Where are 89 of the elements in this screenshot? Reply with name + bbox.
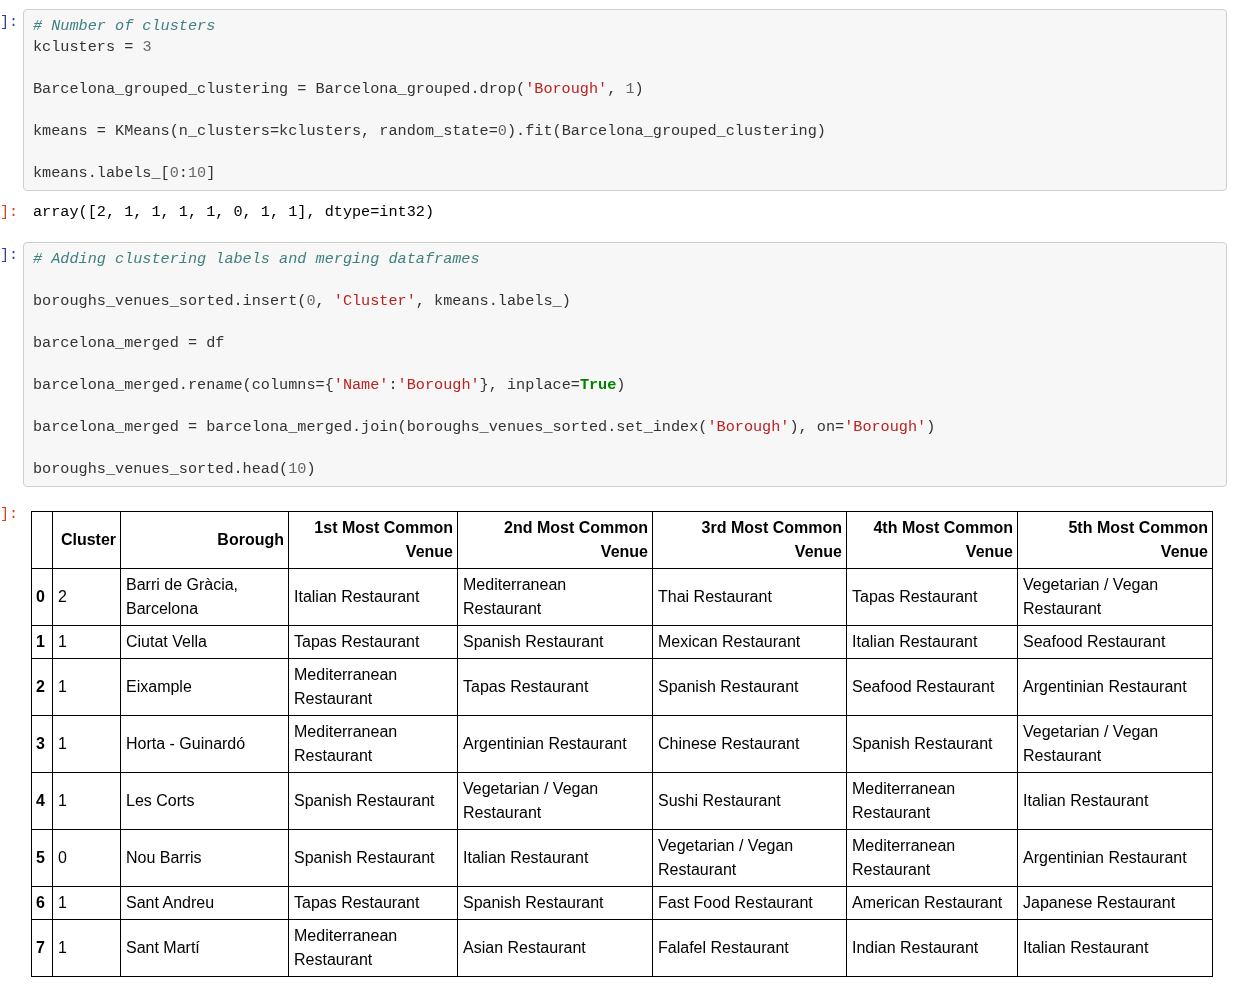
table-cell: Chinese Restaurant <box>652 715 847 773</box>
table-cell: Sant Andreu <box>120 886 289 920</box>
table-cell: Eixample <box>120 658 289 716</box>
table-cell: American Restaurant <box>846 886 1018 920</box>
code-line: barcelona_merged = barcelona_merged.join(boroughs_venues_sorted.set_index('Borough'), on='Borough') <box>33 417 936 438</box>
table-cell: Spanish Restaurant <box>457 625 653 659</box>
code-line: kmeans.labels_[0:10] <box>33 163 216 184</box>
table-cell: 1 <box>52 919 121 977</box>
table-cell: Vegetarian / Vegan Restaurant <box>457 772 653 830</box>
output-text: array([2, 1, 1, 1, 1, 0, 1, 1], dtype=int32) <box>33 203 434 221</box>
table-cell: Argentinian Restaurant <box>457 715 653 773</box>
code-cell[interactable] <box>23 9 1227 191</box>
table-cell: Mediterranean Restaurant <box>846 829 1018 887</box>
code-line: barcelona_merged.rename(columns={'Name':'Borough'}, inplace=True) <box>33 375 626 396</box>
code-line: Barcelona_grouped_clustering = Barcelona_grouped.drop('Borough', 1) <box>33 79 644 100</box>
code-comment: # Number of clusters <box>33 16 216 37</box>
table-cell: Mediterranean Restaurant <box>846 772 1018 830</box>
table-cell: Italian Restaurant <box>846 625 1018 659</box>
table-cell: 2 <box>52 568 121 626</box>
code-line: boroughs_venues_sorted.insert(0, 'Cluster', kmeans.labels_) <box>33 291 571 312</box>
code-cell[interactable] <box>23 242 1227 487</box>
row-index: 2 <box>31 658 53 716</box>
cell-prompt: ]: <box>0 14 18 31</box>
column-header: 2nd Most Common Venue <box>457 511 653 569</box>
table-cell: 0 <box>52 829 121 887</box>
table-cell: Tapas Restaurant <box>288 886 458 920</box>
column-header: 1st Most Common Venue <box>288 511 458 569</box>
table-cell: Japanese Restaurant <box>1017 886 1213 920</box>
table-cell: Spanish Restaurant <box>457 886 653 920</box>
table-cell: Italian Restaurant <box>1017 772 1213 830</box>
row-index: 0 <box>31 568 53 626</box>
table-cell: Sant Martí <box>120 919 289 977</box>
table-cell: Italian Restaurant <box>457 829 653 887</box>
table-cell: 1 <box>52 886 121 920</box>
table-cell: Argentinian Restaurant <box>1017 829 1213 887</box>
table-cell: Seafood Restaurant <box>846 658 1018 716</box>
code-line: barcelona_merged = df <box>33 333 225 354</box>
table-cell: Vegetarian / Vegan Restaurant <box>1017 568 1213 626</box>
table-cell: Spanish Restaurant <box>288 829 458 887</box>
table-cell: Vegetarian / Vegan Restaurant <box>652 829 847 887</box>
table-cell: Indian Restaurant <box>846 919 1018 977</box>
cell-prompt: ]: <box>0 506 18 523</box>
row-index: 6 <box>31 886 53 920</box>
table-cell: Fast Food Restaurant <box>652 886 847 920</box>
table-cell: Mexican Restaurant <box>652 625 847 659</box>
row-index: 4 <box>31 772 53 830</box>
table-cell: Spanish Restaurant <box>288 772 458 830</box>
table-cell: Tapas Restaurant <box>457 658 653 716</box>
table-cell: Italian Restaurant <box>1017 919 1213 977</box>
table-cell: Mediterranean Restaurant <box>288 658 458 716</box>
table-cell: Nou Barris <box>120 829 289 887</box>
table-cell: Ciutat Vella <box>120 625 289 659</box>
table-cell: Les Corts <box>120 772 289 830</box>
row-index: 1 <box>31 625 53 659</box>
cell-prompt: ]: <box>0 247 18 264</box>
table-cell: Sushi Restaurant <box>652 772 847 830</box>
column-header: Borough <box>120 511 289 569</box>
table-cell: Mediterranean Restaurant <box>288 715 458 773</box>
cell-prompt: ]: <box>0 204 18 221</box>
table-cell: 1 <box>52 772 121 830</box>
table-cell: Thai Restaurant <box>652 568 847 626</box>
table-cell: Vegetarian / Vegan Restaurant <box>1017 715 1213 773</box>
table-cell: Falafel Restaurant <box>652 919 847 977</box>
table-cell: Argentinian Restaurant <box>1017 658 1213 716</box>
table-cell: Tapas Restaurant <box>846 568 1018 626</box>
code-comment: # Adding clustering labels and merging dataframes <box>33 249 480 270</box>
column-header: 5th Most Common Venue <box>1017 511 1213 569</box>
table-cell: Tapas Restaurant <box>288 625 458 659</box>
row-index: 5 <box>31 829 53 887</box>
table-cell: Spanish Restaurant <box>846 715 1018 773</box>
row-index: 3 <box>31 715 53 773</box>
table-cell: Barri de Gràcia, Barcelona <box>120 568 289 626</box>
table-cell: Asian Restaurant <box>457 919 653 977</box>
column-header: 4th Most Common Venue <box>846 511 1018 569</box>
table-cell: Mediterranean Restaurant <box>288 919 458 977</box>
table-cell: 1 <box>52 715 121 773</box>
table-cell: 1 <box>52 658 121 716</box>
code-line: boroughs_venues_sorted.head(10) <box>33 459 316 480</box>
column-header: Cluster <box>52 511 121 569</box>
table-cell: Spanish Restaurant <box>652 658 847 716</box>
code-line: kclusters = 3 <box>33 37 152 58</box>
table-cell: Horta - Guinardó <box>120 715 289 773</box>
table-cell: Seafood Restaurant <box>1017 625 1213 659</box>
column-header: 3rd Most Common Venue <box>652 511 847 569</box>
table-cell: Mediterranean Restaurant <box>457 568 653 626</box>
row-index: 7 <box>31 919 53 977</box>
table-cell: Italian Restaurant <box>288 568 458 626</box>
code-line: kmeans = KMeans(n_clusters=kclusters, random_state=0).fit(Barcelona_grouped_clustering) <box>33 121 826 142</box>
table-cell: 1 <box>52 625 121 659</box>
